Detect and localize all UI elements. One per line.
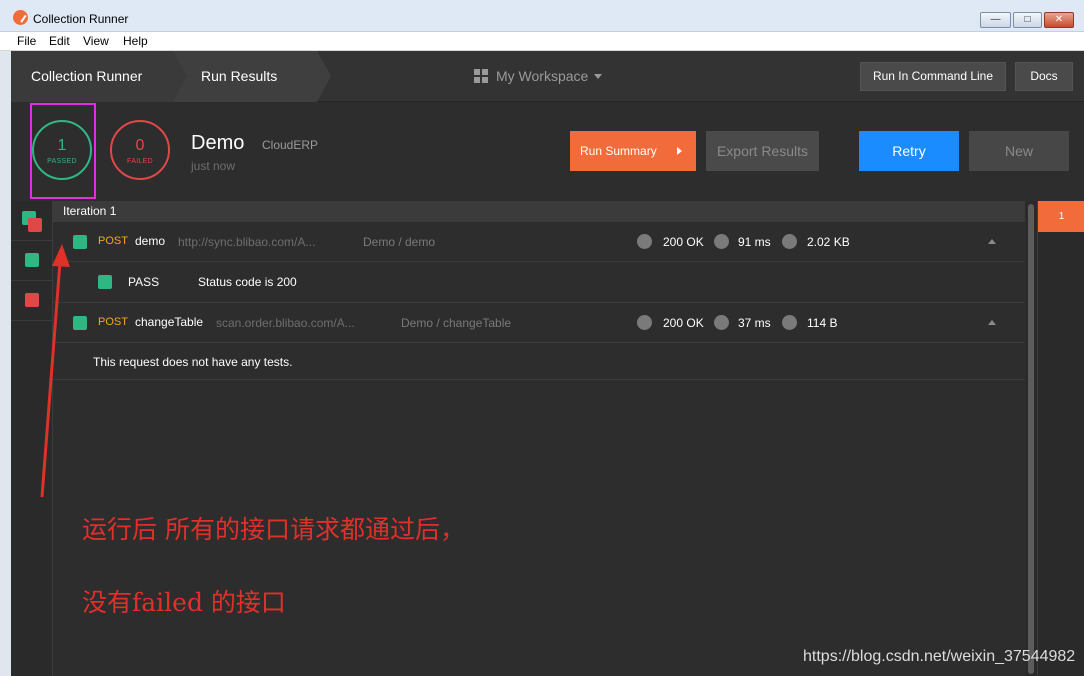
test-result-row: PASS Status code is 200 — [53, 262, 1025, 303]
size-dot-icon — [782, 315, 797, 330]
run-in-command-line-button[interactable]: Run In Command Line — [860, 62, 1006, 91]
request-name: changeTable — [135, 315, 204, 329]
desktop-edge — [0, 51, 11, 676]
export-results-button[interactable]: Export Results — [706, 131, 819, 171]
response-size: 114 B — [807, 316, 838, 330]
retry-button[interactable]: Retry — [859, 131, 959, 171]
passed-count: 1 — [57, 137, 67, 154]
workspace-label: My Workspace — [496, 68, 589, 84]
sidebar-cell-passed[interactable] — [11, 241, 53, 281]
passed-count-circle: 1 PASSED — [32, 120, 92, 180]
test-status: PASS — [128, 275, 160, 289]
status-dot-icon — [637, 234, 652, 249]
request-method: POST — [98, 235, 128, 247]
request-row[interactable]: POST changeTable scan.order.blibao.com/A… — [53, 303, 1025, 343]
request-row[interactable]: POST demo http://sync.blibao.com/A... De… — [53, 222, 1025, 262]
request-path: Demo / demo — [363, 235, 436, 249]
sidebar-cell-failed[interactable] — [11, 281, 53, 321]
postman-logo-icon — [13, 10, 28, 25]
size-dot-icon — [782, 234, 797, 249]
failed-count: 0 — [135, 137, 145, 154]
run-time: just now — [191, 159, 236, 173]
menu-view[interactable]: View — [83, 34, 109, 48]
results-scrollbar[interactable] — [1025, 201, 1037, 676]
workspace-grid-icon — [474, 69, 488, 83]
menu-help[interactable]: Help — [123, 34, 148, 48]
response-time: 91 ms — [738, 235, 771, 249]
passed-square-icon — [25, 253, 39, 267]
menu-file[interactable]: File — [17, 34, 36, 48]
run-summary-header: 1 PASSED 0 FAILED Demo CloudERP just now… — [11, 102, 1084, 201]
collection-name: Demo — [191, 132, 245, 154]
iteration-panel: 1 — [1037, 201, 1084, 676]
response-time: 37 ms — [738, 316, 771, 330]
close-button[interactable]: ✕ — [1044, 12, 1074, 28]
scrollbar-thumb[interactable] — [1028, 204, 1034, 674]
collapse-caret-icon[interactable] — [988, 239, 996, 244]
no-tests-message: This request does not have any tests. — [93, 355, 293, 369]
failed-square-icon — [25, 293, 39, 307]
request-method: POST — [98, 316, 128, 328]
breadcrumb-collection-runner[interactable]: Collection Runner — [11, 51, 173, 102]
time-dot-icon — [714, 315, 729, 330]
menu-edit[interactable]: Edit — [49, 34, 70, 48]
test-name: Status code is 200 — [198, 275, 297, 289]
response-size: 2.02 KB — [807, 235, 850, 249]
environment-name: CloudERP — [262, 138, 319, 152]
chevron-down-icon — [594, 74, 603, 79]
breadcrumb-chevron — [317, 51, 331, 102]
failed-count-circle: 0 FAILED — [110, 120, 170, 180]
menu-bar: File Edit View Help — [0, 32, 1084, 51]
run-summary-label: Run Summary — [580, 144, 657, 158]
collapse-caret-icon[interactable] — [988, 320, 996, 325]
window-title: Collection Runner — [33, 12, 129, 26]
annotation-text-line2: 没有failed 的接口 — [82, 588, 286, 617]
iteration-badge[interactable]: 1 — [1038, 201, 1084, 232]
play-arrow-icon — [677, 147, 682, 155]
run-summary-button[interactable]: Run Summary — [570, 131, 696, 171]
failed-square-icon — [28, 218, 42, 232]
maximize-button[interactable]: □ — [1013, 12, 1042, 28]
watermark: https://blog.csdn.net/weixin_37544982 — [803, 648, 1076, 665]
minimize-button[interactable]: — — [980, 12, 1011, 28]
new-button[interactable]: New — [969, 131, 1069, 171]
breadcrumb-run-results[interactable]: Run Results — [173, 51, 333, 102]
request-url: http://sync.blibao.com/A... — [178, 235, 316, 249]
iteration-header: Iteration 1 — [53, 201, 1025, 222]
status-dot-icon — [637, 315, 652, 330]
passed-square-icon — [73, 316, 87, 330]
nav-bar: Collection Runner Run Results My Workspa… — [11, 51, 1084, 102]
response-status: 200 OK — [663, 316, 704, 330]
request-status-sidebar — [11, 201, 53, 676]
request-name: demo — [135, 234, 166, 248]
request-path: Demo / changeTable — [401, 316, 512, 330]
time-dot-icon — [714, 234, 729, 249]
no-tests-row: This request does not have any tests. — [53, 343, 1025, 380]
sidebar-cell-iteration[interactable] — [11, 201, 53, 241]
response-status: 200 OK — [663, 235, 704, 249]
workspace-selector[interactable]: My Workspace — [474, 68, 603, 84]
passed-label: PASSED — [47, 158, 77, 165]
title-bar: Collection Runner — □ ✕ — [0, 0, 1084, 32]
annotation-text-line1: 运行后 所有的接口请求都通过后， — [82, 515, 465, 544]
collection-runner-window: Collection Runner — □ ✕ File Edit View H… — [0, 0, 1084, 676]
failed-label: FAILED — [127, 158, 153, 165]
passed-square-icon — [73, 235, 87, 249]
request-url: scan.order.blibao.com/A... — [216, 316, 355, 330]
passed-square-icon — [98, 275, 112, 289]
docs-button[interactable]: Docs — [1015, 62, 1073, 91]
